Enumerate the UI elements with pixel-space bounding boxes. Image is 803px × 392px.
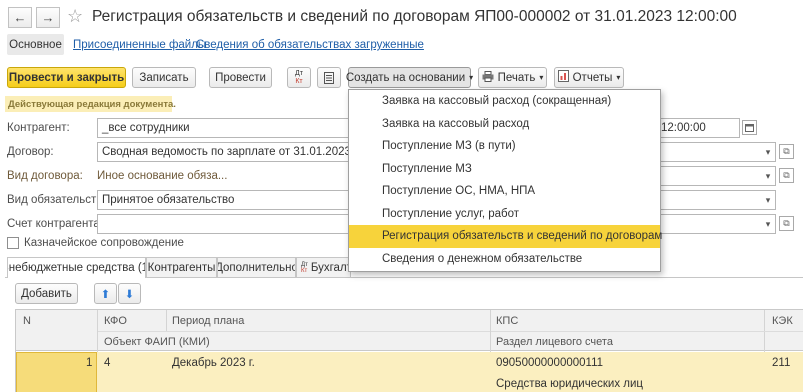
- treasury-checkbox[interactable]: [7, 237, 19, 249]
- add-row-button[interactable]: Добавить: [15, 283, 78, 304]
- post-and-close-button[interactable]: Провести и закрыть: [7, 67, 126, 88]
- col-kps[interactable]: КПС: [496, 315, 518, 327]
- chevron-down-icon[interactable]: ▾: [762, 143, 774, 161]
- open-icon[interactable]: ⧉: [779, 168, 794, 183]
- contractor-field[interactable]: _все сотрудники: [97, 118, 353, 138]
- tab-obligation-info[interactable]: Сведения об обязательствах загруженные: [196, 39, 424, 51]
- tab-attached-files[interactable]: Присоединенные файлы: [73, 39, 206, 51]
- table-row[interactable]: 1 4 Декабрь 2023 г. 09050000000000111 21…: [16, 352, 803, 392]
- menu-item-mz-in-transit[interactable]: Поступление МЗ (в пути): [349, 135, 660, 158]
- col-period[interactable]: Период плана: [172, 315, 244, 327]
- list-icon[interactable]: [317, 67, 341, 88]
- cell-kps[interactable]: 09050000000000111: [496, 357, 603, 369]
- cell-n[interactable]: [16, 352, 97, 392]
- menu-item-cash-request[interactable]: Заявка на кассовый расход: [349, 113, 660, 136]
- menu-item-mz[interactable]: Поступление МЗ: [349, 158, 660, 181]
- create-based-on-button[interactable]: Создать на основании ▾: [346, 67, 474, 88]
- printer-icon: [482, 70, 494, 85]
- obligation-type-field[interactable]: Принятое обязательство: [97, 190, 353, 210]
- cell-kek[interactable]: 211: [772, 357, 790, 369]
- contract-label: Договор:: [7, 146, 54, 158]
- contract-type-label: Вид договора:: [7, 170, 83, 182]
- contract-type-value[interactable]: Иное основание обяза...: [97, 170, 227, 182]
- cell-section[interactable]: Средства юридических лиц: [496, 378, 643, 390]
- forward-button[interactable]: →: [36, 7, 60, 28]
- menu-item-obligation-registration[interactable]: Регистрация обязательств и сведений по д…: [349, 225, 662, 248]
- account-field[interactable]: [97, 214, 353, 234]
- open-icon[interactable]: ⧉: [779, 144, 794, 159]
- tab-main[interactable]: Основное: [7, 34, 64, 55]
- window-title: Регистрация обязательств и сведений по д…: [92, 8, 737, 25]
- create-based-on-menu: Заявка на кассовый расход (сокращенная) …: [348, 89, 662, 272]
- menu-item-os-nma-npa[interactable]: Поступление ОС, НМА, НПА: [349, 180, 660, 203]
- chevron-down-icon: ▾: [539, 73, 544, 82]
- menu-item-services-works[interactable]: Поступление услуг, работ: [349, 203, 660, 226]
- menu-item-monetary-obligation[interactable]: Сведения о денежном обязательстве: [349, 248, 660, 271]
- treasury-label: Казначейское сопровождение: [24, 237, 184, 249]
- chevron-down-icon[interactable]: ▾: [762, 167, 774, 185]
- contractor-label: Контрагент:: [7, 122, 70, 134]
- edition-notice: Действующая редакция документа.: [5, 96, 176, 112]
- tab-contractors[interactable]: Контрагенты: [146, 257, 217, 277]
- contract-field[interactable]: Сводная ведомость по зарплате от 31.01.2…: [97, 142, 353, 162]
- favorite-icon[interactable]: ☆: [67, 6, 83, 27]
- calendar-icon[interactable]: [742, 120, 757, 135]
- col-section[interactable]: Раздел лицевого счета: [496, 336, 613, 348]
- chevron-down-icon: ▾: [469, 73, 474, 82]
- account-label: Счет контрагента:: [7, 218, 104, 230]
- tab-additional[interactable]: Дополнительно: [217, 257, 296, 277]
- data-table: N КФО Период плана КПС КЭК Объект ФАИП (…: [15, 309, 803, 392]
- reports-button[interactable]: Отчеты ▾: [554, 67, 624, 88]
- chevron-down-icon: ▾: [616, 73, 621, 82]
- tab-accounting-operation[interactable]: Дт Кт Бухгалтерская операция: [296, 257, 351, 277]
- menu-item-cash-request-short[interactable]: Заявка на кассовый расход (сокращенная): [349, 90, 660, 113]
- col-kek[interactable]: КЭК: [772, 315, 793, 327]
- open-icon[interactable]: ⧉: [779, 216, 794, 231]
- back-button[interactable]: ←: [8, 7, 32, 28]
- post-button[interactable]: Провести: [209, 67, 272, 88]
- move-up-icon[interactable]: ⬆: [94, 283, 117, 304]
- save-button[interactable]: Записать: [132, 67, 196, 88]
- report-icon: [557, 70, 569, 85]
- chevron-down-icon[interactable]: ▾: [762, 215, 774, 233]
- print-button[interactable]: Печать ▾: [478, 67, 547, 88]
- cell-n-value: 1: [86, 357, 93, 369]
- col-n[interactable]: N: [23, 315, 31, 327]
- col-kfo[interactable]: КФО: [104, 315, 127, 327]
- cell-period[interactable]: Декабрь 2023 г.: [172, 357, 255, 369]
- tab-extrabudget[interactable]: Внебюджетные средства (1): [7, 257, 146, 278]
- col-object[interactable]: Объект ФАИП (КМИ): [104, 336, 210, 348]
- move-down-icon[interactable]: ⬇: [118, 283, 141, 304]
- cell-kfo[interactable]: 4: [104, 357, 110, 369]
- dtkt-icon[interactable]: Дт Кт: [287, 67, 311, 88]
- dtkt-icon: Дт Кт: [301, 261, 308, 274]
- chevron-down-icon[interactable]: ▾: [762, 191, 774, 209]
